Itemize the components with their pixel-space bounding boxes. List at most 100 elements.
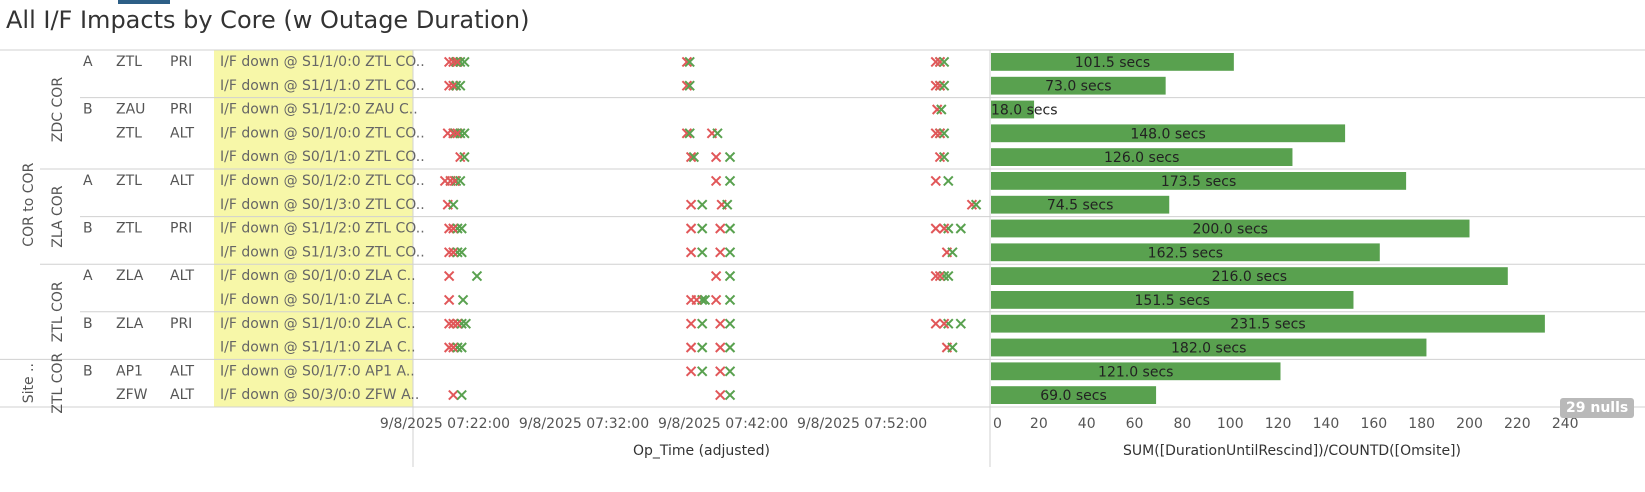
down-event-marker[interactable] xyxy=(685,199,697,210)
down-event-marker[interactable] xyxy=(930,175,941,187)
role-label: PRI xyxy=(170,54,192,70)
duration-value-label: 148.0 secs xyxy=(1130,126,1205,142)
time-tick-label: 9/8/2025 07:32:00 xyxy=(519,416,649,432)
down-event-marker[interactable] xyxy=(710,294,722,306)
duration-value-label: 18.0 secs xyxy=(991,103,1058,119)
up-event-marker[interactable] xyxy=(696,318,708,329)
duration-value-label: 182.0 secs xyxy=(1171,341,1246,357)
role-label: PRI xyxy=(170,221,192,237)
site-label: ZTL xyxy=(116,125,142,141)
interface-label: I/F down @ S0/1/0:0 ZLA C.. xyxy=(220,268,416,284)
up-event-marker[interactable] xyxy=(471,270,483,282)
down-event-marker[interactable] xyxy=(715,247,726,258)
down-event-marker[interactable] xyxy=(710,175,722,187)
down-event-marker[interactable] xyxy=(443,294,455,306)
duration-value-label: 121.0 secs xyxy=(1098,364,1173,380)
up-event-marker[interactable] xyxy=(696,366,708,377)
up-event-marker[interactable] xyxy=(456,389,467,401)
down-event-marker[interactable] xyxy=(685,223,697,234)
up-event-marker[interactable] xyxy=(724,389,736,401)
up-event-marker[interactable] xyxy=(712,128,723,139)
interface-label: I/F down @ S0/1/3:0 ZTL CO.. xyxy=(220,197,425,213)
role-label: ALT xyxy=(170,363,194,379)
up-event-marker[interactable] xyxy=(955,318,967,329)
duration-tick-label: 200 xyxy=(1456,416,1483,432)
site-label: ZFW xyxy=(116,387,148,403)
time-axis-title: Op_Time (adjusted) xyxy=(633,443,770,459)
group-header: COR to COR xyxy=(21,162,37,246)
interface-label: I/F down @ S1/1/2:0 ZAU C.. xyxy=(220,102,418,118)
up-event-marker[interactable] xyxy=(457,294,469,306)
duration-tick-label: 120 xyxy=(1265,416,1292,432)
up-event-marker[interactable] xyxy=(724,223,736,234)
up-event-marker[interactable] xyxy=(724,294,736,306)
up-event-marker[interactable] xyxy=(448,199,459,210)
interface-label: I/F down @ S0/1/1:0 ZTL CO.. xyxy=(220,149,425,165)
up-event-marker[interactable] xyxy=(724,342,736,353)
site-label: ZTL xyxy=(116,173,142,189)
up-event-marker[interactable] xyxy=(724,151,736,163)
duration-tick-label: 180 xyxy=(1408,416,1435,432)
down-event-marker[interactable] xyxy=(715,223,726,234)
role-label: ALT xyxy=(170,268,194,284)
duration-value-label: 200.0 secs xyxy=(1193,222,1268,238)
up-event-marker[interactable] xyxy=(724,366,736,377)
up-event-marker[interactable] xyxy=(943,175,954,187)
down-event-marker[interactable] xyxy=(685,366,697,377)
time-tick-label: 9/8/2025 07:52:00 xyxy=(797,416,927,432)
down-event-marker[interactable] xyxy=(715,389,726,401)
side-label: B xyxy=(83,363,93,379)
scatter-pane[interactable] xyxy=(439,56,982,401)
down-event-marker[interactable] xyxy=(448,389,459,401)
up-event-marker[interactable] xyxy=(696,247,708,258)
down-event-marker[interactable] xyxy=(685,318,697,329)
duration-tick-label: 100 xyxy=(1217,416,1244,432)
interface-label: I/F down @ S1/1/1:0 ZLA C.. xyxy=(220,340,416,356)
up-event-marker[interactable] xyxy=(955,223,967,234)
down-event-marker[interactable] xyxy=(715,366,726,377)
role-label: ALT xyxy=(170,125,194,141)
group-header: Site .. xyxy=(21,363,37,403)
duration-axis-title: SUM([DurationUntilRescind])/COUNTD([Omsi… xyxy=(1123,443,1461,459)
side-label: B xyxy=(83,102,93,118)
null-count-badge[interactable]: 29 nulls xyxy=(1560,398,1635,418)
down-event-marker[interactable] xyxy=(930,223,941,234)
up-event-marker[interactable] xyxy=(696,199,708,210)
up-event-marker[interactable] xyxy=(696,342,708,353)
up-event-marker[interactable] xyxy=(947,342,958,353)
duration-value-label: 73.0 secs xyxy=(1045,79,1112,95)
duration-value-label: 173.5 secs xyxy=(1161,174,1236,190)
role-label: PRI xyxy=(170,102,192,118)
subgroup-header: ZLA COR xyxy=(50,185,66,248)
down-event-marker[interactable] xyxy=(685,247,697,258)
role-label: ALT xyxy=(170,173,194,189)
down-event-marker[interactable] xyxy=(691,294,702,306)
down-event-marker[interactable] xyxy=(685,342,697,353)
up-event-marker[interactable] xyxy=(724,270,736,282)
down-event-marker[interactable] xyxy=(715,318,726,329)
down-event-marker[interactable] xyxy=(710,151,722,163)
up-event-marker[interactable] xyxy=(724,318,736,329)
duration-value-label: 126.0 secs xyxy=(1104,150,1179,166)
interface-label: I/F down @ S0/1/2:0 ZTL CO.. xyxy=(220,173,425,189)
up-event-marker[interactable] xyxy=(722,199,733,210)
impact-chart: COR to COR ZDC COR A B ZLA COR A B ZTL COR A B Sit… xyxy=(0,49,1645,467)
role-label: ALT xyxy=(170,387,194,403)
interface-label: I/F down @ S0/1/1:0 ZLA C.. xyxy=(220,292,416,308)
site-label: ZLA xyxy=(116,316,144,332)
up-event-marker[interactable] xyxy=(696,223,708,234)
bar-pane[interactable]: 101.5 secs 73.0 secs 18.0 secs 148.0 secs 12… xyxy=(991,53,1545,404)
down-event-marker[interactable] xyxy=(715,342,726,353)
down-event-marker[interactable] xyxy=(710,270,722,282)
down-event-marker[interactable] xyxy=(443,270,455,282)
duration-value-label: 69.0 secs xyxy=(1040,388,1107,404)
down-event-marker[interactable] xyxy=(930,318,941,329)
role-label: PRI xyxy=(170,316,192,332)
up-event-marker[interactable] xyxy=(724,247,736,258)
duration-tick-label: 60 xyxy=(1126,416,1144,432)
side-label: A xyxy=(83,173,93,189)
up-event-marker[interactable] xyxy=(724,175,736,187)
duration-value-label: 101.5 secs xyxy=(1075,55,1150,71)
up-event-marker[interactable] xyxy=(947,247,958,258)
interface-label: I/F down @ S1/1/1:0 ZTL CO.. xyxy=(220,78,425,94)
